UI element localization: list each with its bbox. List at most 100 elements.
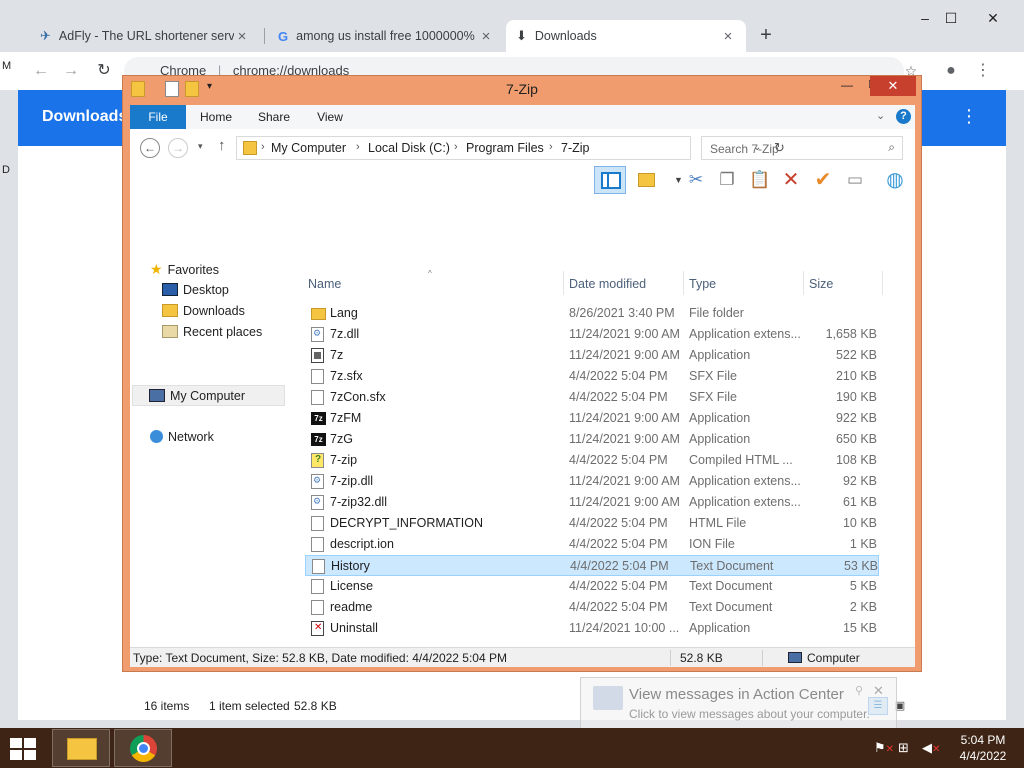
- delete-icon[interactable]: ✕: [778, 167, 804, 193]
- maximize-button[interactable]: ☐: [936, 10, 966, 30]
- reload-icon[interactable]: ↻: [93, 60, 115, 82]
- file-row[interactable]: Uninstall 11/24/2021 10:00 ... Application…: [305, 618, 879, 639]
- file-row[interactable]: 7z.dll 11/24/2021 9:00 AM Application exte…: [305, 324, 879, 345]
- recent-locations-icon[interactable]: ▾: [198, 141, 203, 152]
- address-bar[interactable]: › My Computer › Local Disk (C:) › Progra…: [236, 136, 785, 160]
- file-name: 7zFM: [330, 411, 362, 425]
- file-row[interactable]: 7zCon.sfx 4/4/2022 5:04 PM SFX File 190 KB: [305, 387, 879, 408]
- taskbar-explorer[interactable]: [52, 729, 110, 767]
- file-type: Application extens...: [689, 327, 801, 341]
- breadcrumb-7zip[interactable]: 7-Zip: [561, 141, 589, 155]
- column-size[interactable]: Size: [809, 277, 833, 291]
- file-row[interactable]: readme 4/4/2022 5:04 PM Text Document 2 KB: [305, 597, 879, 618]
- tab-downloads[interactable]: ⬇ Downloads ×: [506, 20, 746, 52]
- nav-downloads[interactable]: Downloads: [162, 301, 245, 321]
- back-icon[interactable]: ←: [140, 138, 160, 158]
- minimize-button[interactable]: —: [835, 78, 859, 96]
- file-date-modified: 4/4/2022 5:04 PM: [569, 516, 668, 530]
- windows-start-icon[interactable]: [8, 736, 38, 760]
- nav-my-computer[interactable]: My Computer: [132, 385, 285, 406]
- properties-button[interactable]: [634, 167, 660, 193]
- back-icon[interactable]: ←: [30, 60, 52, 82]
- clock-date[interactable]: 4/4/2022: [955, 749, 1011, 763]
- column-divider[interactable]: [882, 271, 883, 295]
- column-type[interactable]: Type: [689, 277, 716, 291]
- tab-file[interactable]: File: [130, 105, 186, 129]
- network-icon[interactable]: ⊞: [898, 740, 909, 756]
- close-button[interactable]: ✕: [870, 76, 916, 96]
- divider: [762, 650, 763, 666]
- file-row[interactable]: DECRYPT_INFORMATION 4/4/2022 5:04 PM HTML …: [305, 513, 879, 534]
- file-row[interactable]: 7z 7zG 11/24/2021 9:00 AM Application 650 KB: [305, 429, 879, 450]
- file-info: Type: Text Document, Size: 52.8 KB, Date…: [133, 651, 507, 665]
- file-row[interactable]: 7z 7zFM 11/24/2021 9:00 AM Application 922 K…: [305, 408, 879, 429]
- chevron-right-icon[interactable]: ›: [549, 141, 553, 153]
- forward-icon[interactable]: →: [168, 138, 188, 158]
- file-date-modified: 4/4/2022 5:04 PM: [569, 537, 668, 551]
- close-icon[interactable]: ×: [720, 28, 736, 45]
- nav-desktop[interactable]: Desktop: [162, 280, 229, 300]
- file-row[interactable]: 7z 11/24/2021 9:00 AM Application 522 KB: [305, 345, 879, 366]
- search-placeholder: Search 7-Zip: [710, 142, 779, 156]
- action-center-flag-icon[interactable]: ⚑✕: [874, 740, 894, 756]
- file-row[interactable]: 7-zip.dll 11/24/2021 9:00 AM Application e…: [305, 471, 879, 492]
- help-icon[interactable]: ?: [896, 109, 911, 124]
- tab-home[interactable]: Home: [194, 105, 238, 129]
- ribbon-tabs: File Home Share View ⌄ ?: [130, 105, 915, 129]
- close-icon[interactable]: ✕: [873, 683, 884, 699]
- checkmark-icon[interactable]: ✔: [810, 167, 836, 193]
- preview-pane-button[interactable]: [594, 166, 626, 194]
- taskbar-chrome[interactable]: [114, 729, 172, 767]
- volume-icon[interactable]: ◀✕: [922, 740, 940, 756]
- close-icon[interactable]: ×: [234, 28, 250, 45]
- file-row[interactable]: 7-zip 4/4/2022 5:04 PM Compiled HTML ... 10…: [305, 450, 879, 471]
- up-icon[interactable]: ↑: [218, 137, 226, 154]
- copy-icon[interactable]: ❐: [714, 167, 740, 193]
- chevron-right-icon[interactable]: ›: [454, 141, 458, 153]
- breadcrumb-program-files[interactable]: Program Files: [466, 141, 544, 155]
- column-divider[interactable]: [683, 271, 684, 295]
- action-center-notification[interactable]: View messages in Action Center Click to …: [580, 677, 897, 729]
- nav-network[interactable]: Network: [150, 427, 214, 447]
- chevron-down-icon[interactable]: ▼: [674, 175, 683, 185]
- nav-favorites[interactable]: ★ Favorites: [150, 259, 219, 279]
- close-window-button[interactable]: ✕: [978, 10, 1008, 30]
- close-icon[interactable]: ×: [478, 28, 494, 45]
- profile-icon[interactable]: ●: [940, 60, 962, 82]
- tab-share[interactable]: Share: [252, 105, 296, 129]
- breadcrumb-my-computer[interactable]: My Computer: [271, 141, 346, 155]
- file-row[interactable]: History 4/4/2022 5:04 PM Text Document 53 K…: [305, 555, 879, 576]
- globe-icon[interactable]: ◍: [882, 167, 908, 193]
- file-row[interactable]: descript.ion 4/4/2022 5:04 PM ION File 1 KB: [305, 534, 879, 555]
- tab-adfly[interactable]: ✈ AdFly - The URL shortener servic ×: [30, 20, 260, 52]
- file-name: License: [330, 579, 374, 593]
- file-row[interactable]: 7z.sfx 4/4/2022 5:04 PM SFX File 210 KB: [305, 366, 879, 387]
- paste-icon[interactable]: 📋: [747, 167, 773, 193]
- cut-icon[interactable]: ✂: [683, 167, 709, 193]
- column-divider[interactable]: [803, 271, 804, 295]
- rename-icon[interactable]: ▭: [842, 167, 868, 193]
- column-date-modified[interactable]: Date modified: [569, 277, 646, 291]
- expand-ribbon-icon[interactable]: ⌄: [876, 109, 885, 122]
- breadcrumb-local-disk[interactable]: Local Disk (C:): [368, 141, 450, 155]
- tab-label: AdFly - The URL shortener servic: [58, 29, 234, 43]
- chevron-right-icon[interactable]: ›: [356, 141, 360, 153]
- more-actions-icon[interactable]: ⋮: [960, 106, 978, 127]
- logo-pane: [24, 750, 36, 760]
- clock-time[interactable]: 5:04 PM: [955, 733, 1011, 747]
- file-row[interactable]: License 4/4/2022 5:04 PM Text Document 5 KB: [305, 576, 879, 597]
- file-row[interactable]: Lang 8/26/2021 3:40 PM File folder: [305, 303, 879, 324]
- action-center-flag-icon: [593, 686, 623, 710]
- pin-icon[interactable]: ⚲: [855, 684, 863, 697]
- column-divider[interactable]: [563, 271, 564, 295]
- search-input[interactable]: Search 7-Zip ⌕: [701, 136, 903, 160]
- menu-icon[interactable]: ⋮: [972, 60, 994, 82]
- tab-among-us[interactable]: G among us install free 1000000% ×: [268, 20, 504, 52]
- file-row[interactable]: 7-zip32.dll 11/24/2021 9:00 AM Application…: [305, 492, 879, 513]
- tab-view[interactable]: View: [308, 105, 352, 129]
- chevron-right-icon[interactable]: ›: [261, 141, 265, 153]
- forward-icon[interactable]: →: [60, 60, 82, 82]
- nav-recent-places[interactable]: Recent places: [162, 322, 262, 342]
- new-tab-button[interactable]: +: [754, 24, 778, 48]
- column-name[interactable]: Name: [308, 277, 341, 291]
